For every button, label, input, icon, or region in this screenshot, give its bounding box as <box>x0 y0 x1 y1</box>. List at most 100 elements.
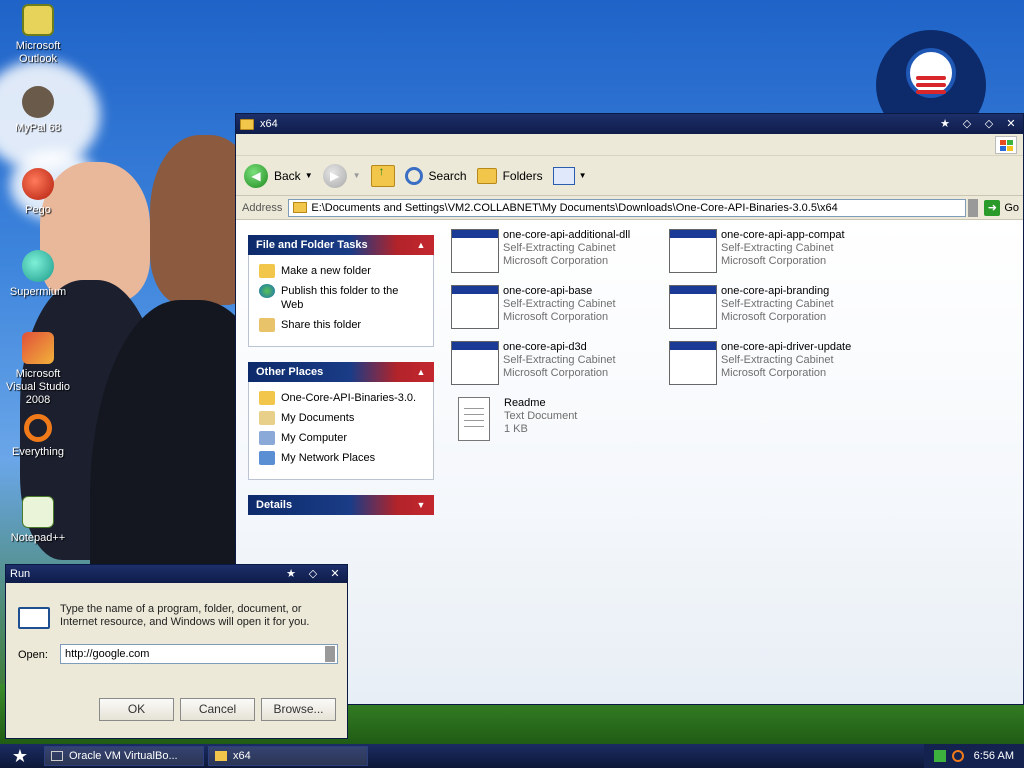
outlook-icon <box>22 4 54 36</box>
pane-header[interactable]: Other Places ▲ <box>248 362 434 382</box>
globe-icon <box>259 284 275 298</box>
place-my-computer[interactable]: My Computer <box>259 431 423 445</box>
file-item[interactable]: one-core-api-app-compat Self-Extracting … <box>669 229 845 273</box>
chevron-down-icon: ▼ <box>352 171 361 180</box>
standard-toolbar: ◀ Back ▼ ▶ ▼ ↑ Search Folders ▼ <box>236 156 1023 196</box>
file-folder-tasks-pane: File and Folder Tasks ▲ Make a new folde… <box>248 235 434 347</box>
place-my-network-places[interactable]: My Network Places <box>259 451 423 465</box>
help-button[interactable]: ◇ <box>305 567 321 581</box>
star-icon: ★ <box>940 118 950 130</box>
mypal-icon <box>22 86 54 118</box>
desktop-icon-visual-studio[interactable]: Microsoft Visual Studio 2008 <box>0 332 76 407</box>
folders-button[interactable]: Folders <box>476 167 543 184</box>
windows-flag-icon <box>995 136 1017 154</box>
chevron-up-icon[interactable]: ▲ <box>414 365 428 379</box>
back-button[interactable]: ◀ Back ▼ <box>244 163 313 188</box>
menu-bar <box>236 134 1023 156</box>
taskbar-item-x64[interactable]: x64 <box>208 746 368 766</box>
system-tray: 6:56 AM <box>923 744 1024 768</box>
folder-icon <box>259 391 275 405</box>
chevron-down-icon: ▼ <box>578 171 587 180</box>
file-item[interactable]: one-core-api-driver-update Self-Extracti… <box>669 341 851 385</box>
file-item[interactable]: one-core-api-d3d Self-Extracting Cabinet… <box>451 341 616 385</box>
my-documents-icon <box>259 411 275 425</box>
maximize-button[interactable]: ◇ <box>981 117 997 131</box>
go-arrow-icon: ➜ <box>984 199 1001 216</box>
browse-button[interactable]: Browse... <box>261 698 336 721</box>
task-publish-to-web[interactable]: Publish this folder to the Web <box>259 284 423 312</box>
folder-icon <box>240 118 254 130</box>
explorer-window[interactable]: x64 ★ ◇ ◇ ✕ ◀ Back ▼ ▶ ▼ ↑ Search Folder… <box>235 113 1024 705</box>
views-button[interactable]: ▼ <box>552 166 587 185</box>
text-document-icon <box>458 397 490 441</box>
desktop-icon-pego[interactable]: Pego <box>0 168 76 217</box>
chevron-down-icon: ▼ <box>304 171 313 180</box>
other-places-pane: Other Places ▲ One-Core-API-Binaries-3.0… <box>248 362 434 480</box>
taskbar-item-virtualbox[interactable]: Oracle VM VirtualBo... <box>44 746 204 766</box>
minimize-button[interactable]: ◇ <box>959 117 975 131</box>
explorer-titlebar[interactable]: x64 ★ ◇ ◇ ✕ <box>236 114 1023 134</box>
start-button[interactable]: ★ <box>0 744 40 768</box>
everything-tray-icon[interactable] <box>951 750 964 762</box>
chevron-down-icon[interactable]: ▼ <box>414 498 428 512</box>
pane-header[interactable]: File and Folder Tasks ▲ <box>248 235 434 255</box>
share-folder-icon <box>259 318 275 332</box>
close-button[interactable]: ✕ <box>1003 117 1019 131</box>
notepadpp-icon <box>22 496 54 528</box>
open-input[interactable] <box>60 644 338 664</box>
address-input[interactable]: E:\Documents and Settings\VM2.COLLABNET\… <box>288 198 967 217</box>
taskbar: ★ Oracle VM VirtualBo... x64 6:56 AM <box>0 744 1024 768</box>
folder-icon <box>215 751 227 761</box>
star-icon: ★ <box>286 568 296 580</box>
run-program-icon <box>18 607 50 629</box>
network-tray-icon[interactable] <box>933 750 946 762</box>
place-parent-folder[interactable]: One-Core-API-Binaries-3.0. <box>259 391 423 405</box>
file-item[interactable]: one-core-api-additional-dll Self-Extract… <box>451 229 630 273</box>
search-icon <box>404 166 423 185</box>
desktop-icon-supermium[interactable]: Supermium <box>0 250 76 299</box>
chevron-up-icon[interactable]: ▲ <box>414 238 428 252</box>
open-label: Open: <box>18 649 48 661</box>
desktop-icon-everything[interactable]: Everything <box>0 414 76 459</box>
forward-button[interactable]: ▶ ▼ <box>322 163 361 188</box>
desktop-icon-outlook[interactable]: Microsoft Outlook <box>0 4 76 66</box>
folders-icon <box>476 167 497 184</box>
pego-icon <box>22 168 54 200</box>
up-folder-button[interactable]: ↑ <box>370 164 395 187</box>
details-pane: Details ▼ <box>248 495 434 515</box>
everything-icon <box>24 414 52 442</box>
cabinet-file-icon <box>451 285 499 329</box>
address-dropdown-button[interactable] <box>968 198 979 217</box>
forward-arrow-icon: ▶ <box>322 163 347 188</box>
pane-header[interactable]: Details ▼ <box>248 495 434 515</box>
cabinet-file-icon <box>669 341 717 385</box>
supermium-icon <box>22 250 54 282</box>
file-item[interactable]: Readme Text Document 1 KB <box>458 397 577 441</box>
place-my-documents[interactable]: My Documents <box>259 411 423 425</box>
search-button[interactable]: Search <box>404 166 467 185</box>
desktop-icon-mypal[interactable]: MyPal 68 <box>0 86 76 135</box>
run-dialog[interactable]: Run ★ ◇ ✕ Type the name of a program, fo… <box>5 564 348 739</box>
new-folder-icon <box>259 264 275 278</box>
cabinet-file-icon <box>451 229 499 273</box>
go-button[interactable]: ➜ Go <box>984 199 1019 216</box>
back-arrow-icon: ◀ <box>244 163 268 188</box>
explorer-title: x64 <box>260 118 278 130</box>
desktop-icon-notepadpp[interactable]: Notepad++ <box>0 496 76 545</box>
ok-button[interactable]: OK <box>99 698 174 721</box>
folder-content: File and Folder Tasks ▲ Make a new folde… <box>236 221 1023 704</box>
cabinet-file-icon <box>451 341 499 385</box>
address-bar: Address E:\Documents and Settings\VM2.CO… <box>236 196 1023 220</box>
close-button[interactable]: ✕ <box>327 567 343 581</box>
task-share-folder[interactable]: Share this folder <box>259 318 423 332</box>
file-item[interactable]: one-core-api-branding Self-Extracting Ca… <box>669 285 834 329</box>
run-titlebar[interactable]: Run ★ ◇ ✕ <box>6 565 347 583</box>
file-item[interactable]: one-core-api-base Self-Extracting Cabine… <box>451 285 616 329</box>
open-dropdown-button[interactable] <box>325 646 335 662</box>
virtualbox-icon <box>51 751 63 761</box>
clock[interactable]: 6:56 AM <box>974 750 1014 762</box>
cancel-button[interactable]: Cancel <box>180 698 255 721</box>
run-title: Run <box>10 568 31 580</box>
task-make-new-folder[interactable]: Make a new folder <box>259 264 423 278</box>
folder-icon <box>293 202 308 213</box>
